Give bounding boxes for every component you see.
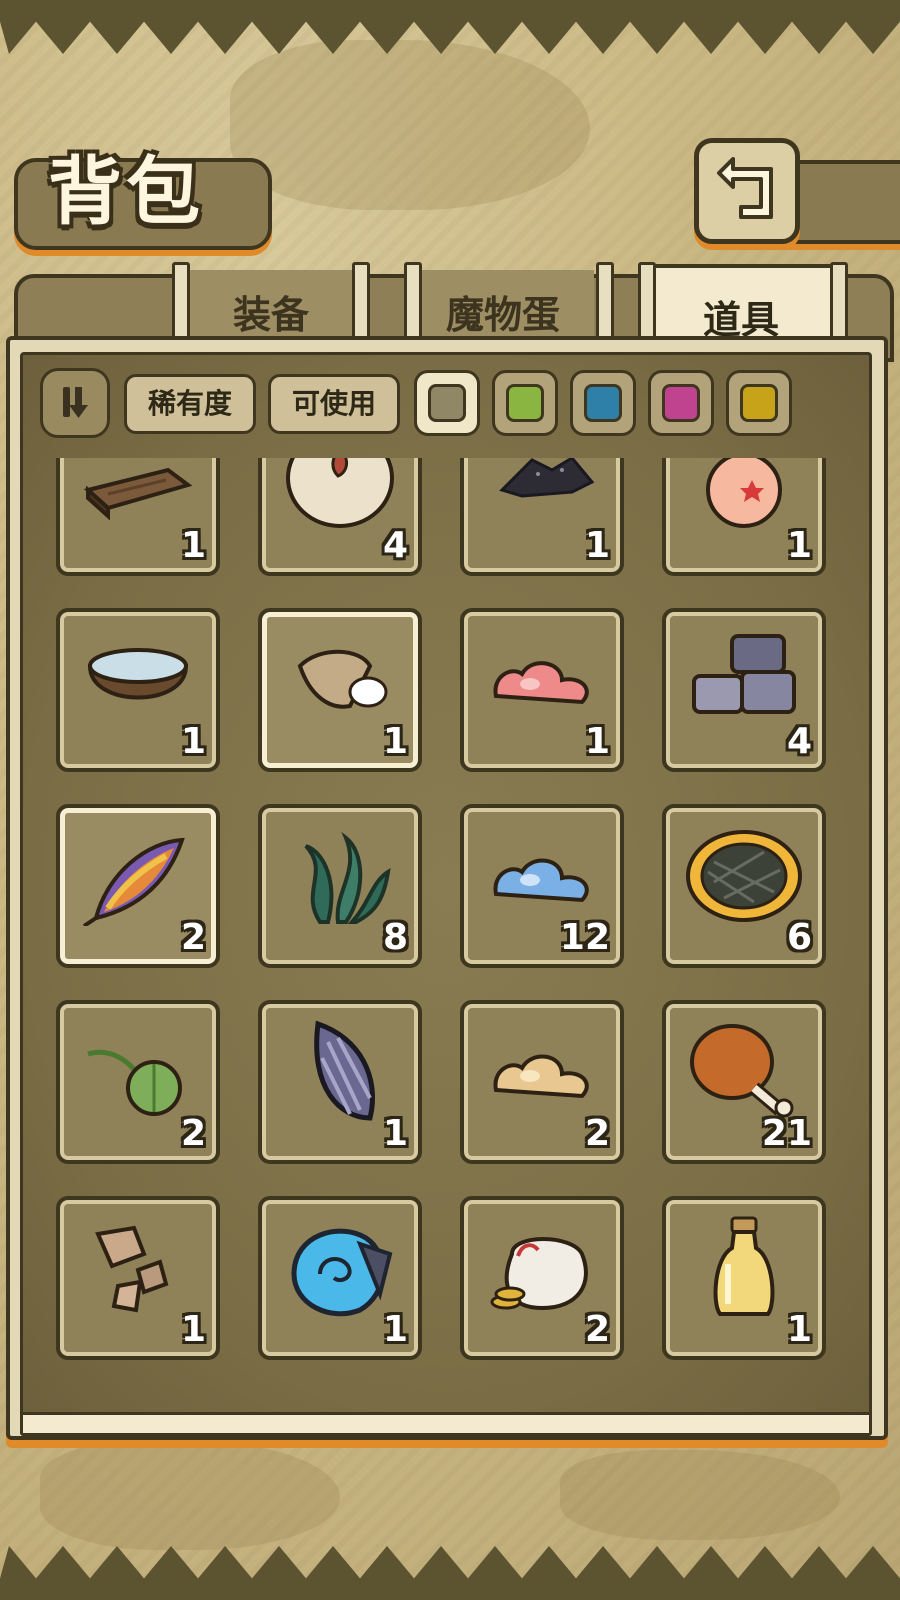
inventory-slot[interactable]: 8	[258, 804, 422, 968]
item-quantity: 1	[584, 525, 610, 566]
rarity-swatch	[428, 384, 466, 422]
item-quantity: 2	[584, 1309, 610, 1350]
item-quantity: 12	[559, 917, 610, 958]
usable-filter-button[interactable]: 可使用	[268, 374, 400, 434]
tab-post	[596, 262, 614, 344]
rarity-swatch	[662, 384, 700, 422]
rarity-filter-gray[interactable]	[414, 370, 480, 436]
inventory-slot[interactable]: 2	[460, 1000, 624, 1164]
item-quantity: 6	[786, 917, 812, 958]
sort-toggle-icon	[63, 387, 88, 418]
roast-drumstick-icon	[690, 1024, 794, 1118]
item-quantity: 1	[786, 525, 812, 566]
item-quantity: 1	[382, 1309, 408, 1350]
rainbow-feather-icon	[82, 837, 185, 926]
tab-post	[404, 262, 422, 344]
map-landmass	[560, 1450, 840, 1540]
coin-bag-icon	[490, 1237, 588, 1311]
tab-post	[352, 262, 370, 344]
inventory-slot[interactable]: 1	[258, 1000, 422, 1164]
item-quantity: 1	[382, 1113, 408, 1154]
tab-post	[172, 262, 190, 344]
inventory-slot[interactable]: 21	[662, 1000, 826, 1164]
black-powder-icon	[499, 458, 595, 498]
green-seed-icon	[87, 1049, 182, 1116]
item-quantity: 1	[180, 525, 206, 566]
map-landmass	[230, 40, 590, 210]
yellow-slime-icon	[493, 1054, 589, 1099]
rarity-filter-green[interactable]	[492, 370, 558, 436]
rarity-filter-button[interactable]: 稀有度	[124, 374, 256, 434]
item-quantity: 1	[786, 1309, 812, 1350]
water-bowl-icon	[87, 648, 189, 700]
rarity-filter-pink[interactable]	[648, 370, 714, 436]
monster-egg-icon	[286, 458, 394, 528]
inventory-slot[interactable]: 1	[662, 1196, 826, 1360]
item-quantity: 2	[180, 917, 206, 958]
inventory-slot[interactable]: 2	[56, 1000, 220, 1164]
inventory-slot[interactable]: 4	[662, 608, 826, 772]
blue-slime-icon	[493, 858, 589, 903]
inventory-slot[interactable]: 1	[56, 608, 220, 772]
inventory-slot[interactable]: 6	[662, 804, 826, 968]
item-quantity: 2	[584, 1113, 610, 1154]
inventory-slot[interactable]: 2	[460, 1196, 624, 1360]
rarity-swatch	[584, 384, 622, 422]
stone-blocks-icon	[692, 634, 796, 714]
oil-bottle-icon	[713, 1216, 775, 1316]
seaweed-icon	[304, 831, 391, 924]
inventory-slot[interactable]: 12	[460, 804, 624, 968]
rarity-filter-gold[interactable]	[726, 370, 792, 436]
panel-bottom-bar	[20, 1412, 872, 1436]
map-landmass	[40, 1440, 340, 1550]
item-quantity: 21	[761, 1113, 812, 1154]
inventory-slot[interactable]: 1	[662, 458, 826, 576]
rarity-swatch	[740, 384, 778, 422]
rice-sack-icon	[297, 649, 388, 709]
rock-fragments-icon	[95, 1225, 169, 1313]
item-quantity: 4	[786, 721, 812, 762]
inventory-slot[interactable]: 1	[460, 458, 624, 576]
blue-shell-icon	[291, 1228, 393, 1317]
inventory-slot[interactable]: 1	[258, 1196, 422, 1360]
item-quantity: 1	[180, 1309, 206, 1350]
wooden-plank-icon	[83, 467, 193, 521]
item-quantity: 8	[382, 917, 408, 958]
item-grid[interactable]: 1 4 1 1 1 1 1 4 2 8 12 6 2 1 2 21 1 1 2 1	[30, 458, 860, 1404]
inventory-slot[interactable]: 1	[56, 1196, 220, 1360]
rarity-filter-blue[interactable]	[570, 370, 636, 436]
back-arrow-icon	[717, 157, 773, 219]
rarity-swatch	[506, 384, 544, 422]
back-button[interactable]	[694, 138, 800, 244]
pie-icon	[686, 830, 802, 922]
inventory-slot[interactable]: 1	[258, 608, 422, 772]
item-quantity: 1	[382, 721, 408, 762]
item-quantity: 4	[382, 525, 408, 566]
sort-toggle-button[interactable]	[40, 368, 110, 438]
item-quantity: 1	[180, 721, 206, 762]
item-quantity: 2	[180, 1113, 206, 1154]
tab-monster-eggs[interactable]: 魔物蛋	[412, 270, 594, 340]
inventory-slot[interactable]: 4	[258, 458, 422, 576]
tab-equipment[interactable]: 装备	[180, 270, 362, 340]
page-title: 背包	[48, 149, 204, 235]
pink-slime-icon	[493, 661, 589, 705]
purple-seed-icon	[314, 1020, 376, 1121]
item-quantity: 1	[584, 721, 610, 762]
inventory-slot[interactable]: 1	[460, 608, 624, 772]
peach-icon	[706, 458, 782, 528]
inventory-slot[interactable]: 1	[56, 458, 220, 576]
inventory-slot[interactable]: 2	[56, 804, 220, 968]
